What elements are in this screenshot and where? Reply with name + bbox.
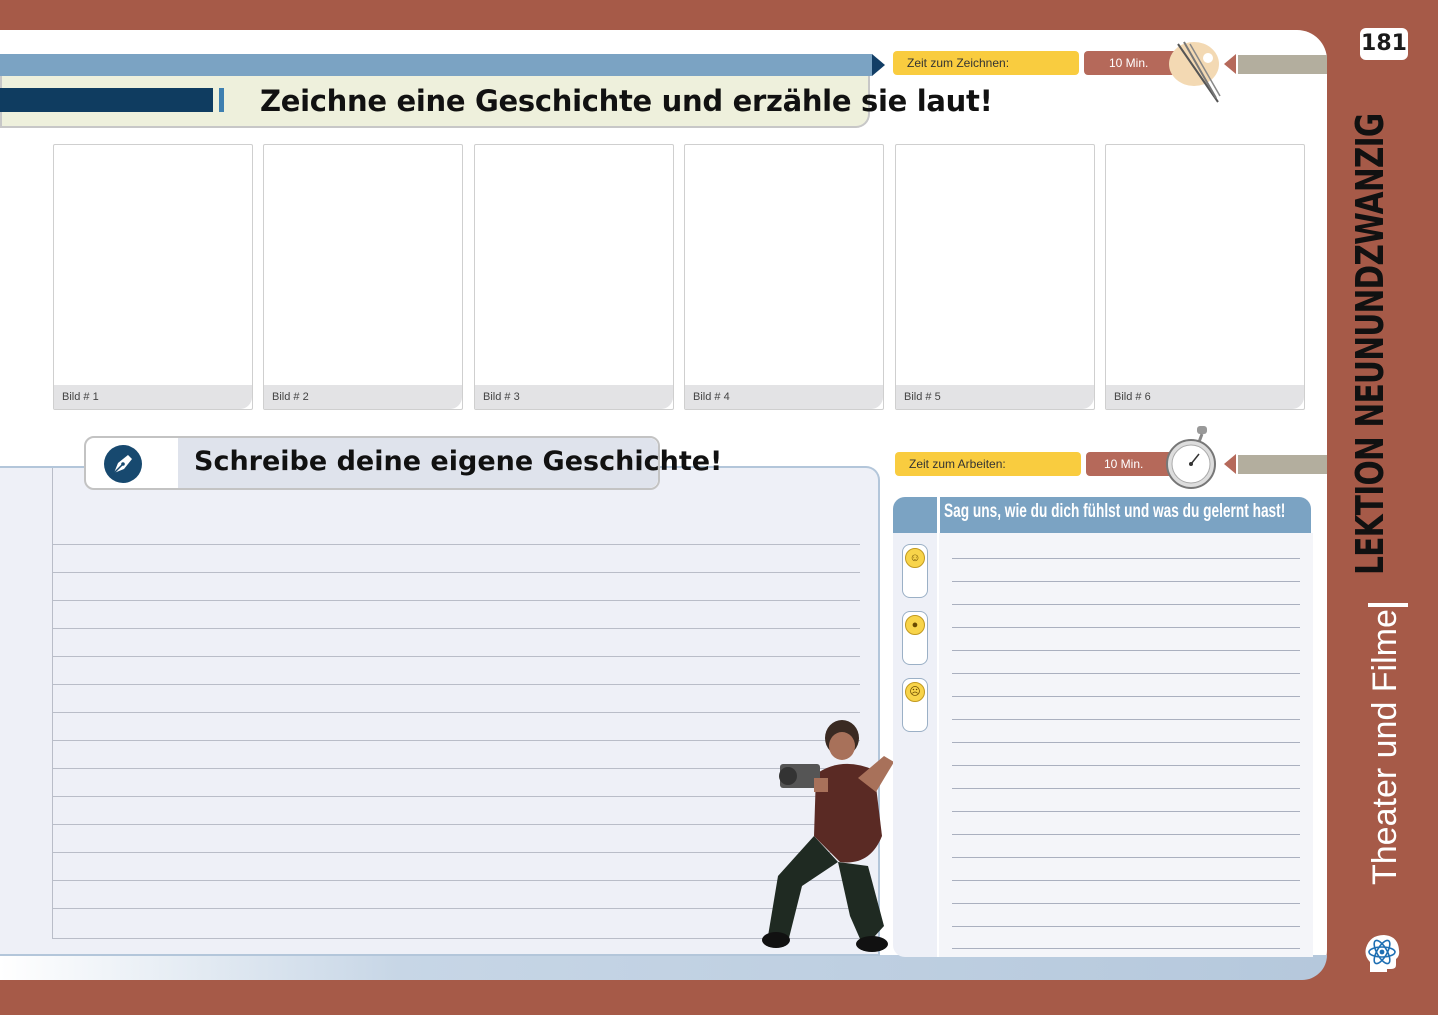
pen-nib-icon — [104, 445, 142, 483]
story-writing-lines — [52, 468, 861, 939]
ruled-line — [952, 581, 1300, 582]
work-time-label: Zeit zum Arbeiten: — [895, 452, 1081, 476]
ruled-line — [52, 712, 860, 713]
ruled-line — [52, 824, 860, 825]
header-arrow — [872, 54, 885, 76]
ruled-line — [52, 628, 860, 629]
drawing-panel-2[interactable]: Bild # 2 — [263, 144, 463, 410]
panel-label: Bild # 4 — [685, 385, 883, 409]
ruled-line — [52, 796, 860, 797]
page-bottom-band — [0, 955, 1327, 980]
reflection-title: Sag uns, wie du dich fühlst und was du g… — [944, 501, 1286, 522]
ruled-line — [52, 908, 860, 909]
ruled-line — [952, 719, 1300, 720]
brush-palette-icon — [1166, 38, 1224, 104]
sad-face-checkbox[interactable]: ☹ — [902, 678, 928, 732]
ruled-line — [952, 926, 1300, 927]
ruled-line — [952, 834, 1300, 835]
ruled-line — [952, 558, 1300, 559]
header-dark-stripe — [0, 88, 213, 112]
draw-time-marker — [1224, 54, 1236, 74]
panel-label: Bild # 2 — [264, 385, 462, 409]
neutral-face-checkbox[interactable]: ● — [902, 611, 928, 665]
drawing-panel-6[interactable]: Bild # 6 — [1105, 144, 1305, 410]
lesson-title-text: LEKTION NEUNUNDZWANZIG — [1348, 113, 1392, 575]
header-light-stripe — [219, 88, 224, 112]
ruled-line — [952, 765, 1300, 766]
ruled-line — [52, 768, 860, 769]
cameraman-illustration — [758, 716, 904, 952]
topic-title-text: Theater und Filme — [1366, 609, 1404, 885]
ruled-line — [52, 600, 860, 601]
ruled-line — [952, 627, 1300, 628]
neutral-face-icon: ● — [905, 615, 925, 635]
ruled-line — [952, 948, 1300, 949]
write-section-title: Schreibe deine eigene Geschichte! — [194, 446, 723, 477]
panel-label: Bild # 6 — [1106, 385, 1304, 409]
reflection-writing-column[interactable] — [937, 533, 1313, 957]
ruled-line — [952, 673, 1300, 674]
ruled-line — [952, 604, 1300, 605]
ruled-line — [52, 852, 860, 853]
panel-label: Bild # 1 — [54, 385, 252, 409]
ruled-line — [952, 742, 1300, 743]
work-time-marker — [1224, 454, 1236, 474]
ruled-line — [52, 656, 860, 657]
draw-time-bar — [1238, 55, 1327, 74]
draw-time-label: Zeit zum Zeichnen: — [893, 51, 1079, 75]
ruled-line — [952, 650, 1300, 651]
happy-face-icon: ☺ — [905, 548, 925, 568]
panel-label: Bild # 3 — [475, 385, 673, 409]
ruled-line — [52, 572, 860, 573]
drawing-panel-5[interactable]: Bild # 5 — [895, 144, 1095, 410]
ruled-line — [952, 696, 1300, 697]
ruled-line — [952, 788, 1300, 789]
ruled-line — [952, 811, 1300, 812]
draw-section-title: Zeichne eine Geschichte und erzähle sie … — [260, 84, 993, 118]
ruled-line — [952, 880, 1300, 881]
work-time-bar — [1238, 455, 1327, 474]
ruled-line — [952, 903, 1300, 904]
panel-label: Bild # 5 — [896, 385, 1094, 409]
sad-face-icon: ☹ — [905, 682, 925, 702]
ruled-line — [52, 544, 860, 545]
drawing-panel-3[interactable]: Bild # 3 — [474, 144, 674, 410]
draw-time-value: 10 Min. — [1084, 51, 1179, 75]
ruled-line — [52, 684, 860, 685]
ruled-line — [952, 857, 1300, 858]
stopwatch-icon — [1163, 424, 1219, 490]
reflection-header-separator — [937, 497, 940, 533]
ruled-line — [52, 880, 860, 881]
title-separator — [1368, 603, 1408, 607]
drawing-panel-4[interactable]: Bild # 4 — [684, 144, 884, 410]
drawing-panel-1[interactable]: Bild # 1 — [53, 144, 253, 410]
header-bar — [0, 54, 872, 76]
atom-head-icon — [1362, 932, 1402, 976]
happy-face-checkbox[interactable]: ☺ — [902, 544, 928, 598]
ruled-line — [52, 740, 860, 741]
